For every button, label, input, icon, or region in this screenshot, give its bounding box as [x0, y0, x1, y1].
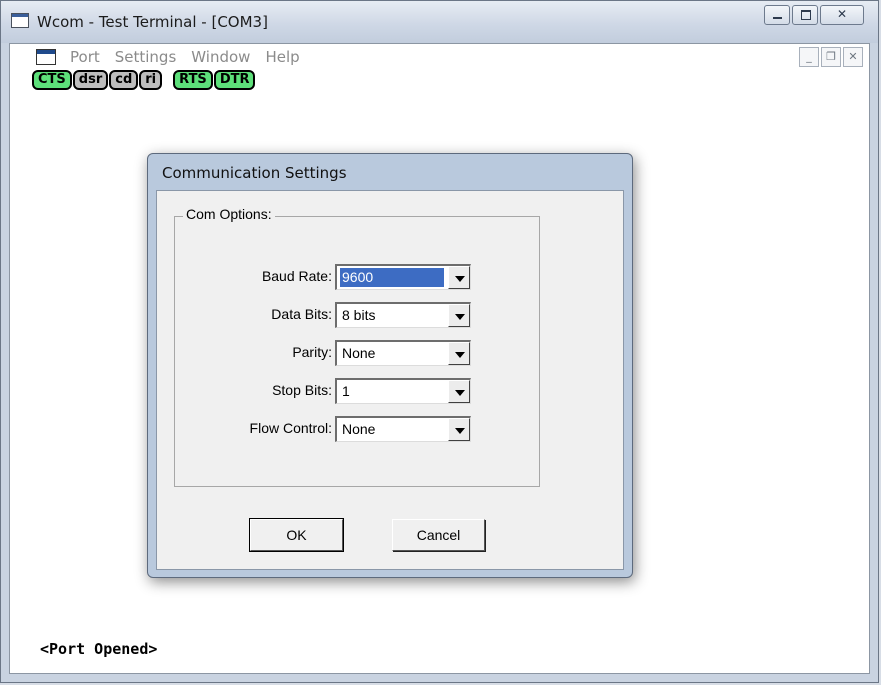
- baud-rate-row: Baud Rate: 9600: [175, 264, 541, 290]
- data-bits-label: Data Bits:: [271, 306, 332, 322]
- signal-rts-badge[interactable]: RTS: [173, 70, 213, 90]
- signal-dsr-badge: dsr: [72, 70, 109, 90]
- child-window-icon[interactable]: [36, 49, 56, 65]
- signal-ri-badge: ri: [139, 70, 163, 90]
- chevron-down-icon[interactable]: [448, 266, 470, 289]
- communication-settings-dialog: Communication Settings Com Options: Baud…: [147, 153, 633, 578]
- caption-buttons: [762, 5, 864, 27]
- close-icon[interactable]: [820, 5, 864, 25]
- data-bits-select[interactable]: 8 bits: [335, 302, 471, 328]
- chevron-down-icon[interactable]: [448, 418, 470, 441]
- parity-label: Parity:: [292, 344, 332, 360]
- flow-control-row: Flow Control: None: [175, 416, 541, 442]
- cancel-button[interactable]: Cancel: [392, 519, 485, 551]
- dialog-title: Communication Settings: [162, 164, 347, 182]
- chevron-down-icon[interactable]: [448, 342, 470, 365]
- menu-items: Port Settings Window Help: [70, 48, 315, 66]
- data-bits-row: Data Bits: 8 bits: [175, 302, 541, 328]
- menu-bar: Port Settings Window Help _ ❐ ✕: [10, 44, 869, 70]
- stop-bits-label: Stop Bits:: [272, 382, 332, 398]
- parity-value: None: [342, 345, 376, 361]
- signal-dtr-badge[interactable]: DTR: [213, 70, 256, 90]
- chevron-down-icon[interactable]: [448, 380, 470, 403]
- stop-bits-select[interactable]: 1: [335, 378, 471, 404]
- menu-settings[interactable]: Settings: [115, 48, 177, 66]
- parity-select[interactable]: None: [335, 340, 471, 366]
- group-label: Com Options:: [183, 206, 275, 222]
- baud-rate-select[interactable]: 9600: [335, 264, 471, 290]
- menu-port[interactable]: Port: [70, 48, 100, 66]
- minimize-icon[interactable]: [764, 5, 790, 25]
- child-close-icon[interactable]: ✕: [843, 47, 863, 67]
- chevron-down-icon[interactable]: [448, 304, 470, 327]
- parity-row: Parity: None: [175, 340, 541, 366]
- flow-control-select[interactable]: None: [335, 416, 471, 442]
- window-title: Wcom - Test Terminal - [COM3]: [37, 13, 268, 31]
- child-caption-buttons: _ ❐ ✕: [797, 47, 863, 67]
- ok-button[interactable]: OK: [249, 518, 344, 552]
- signal-indicators: CTS dsr cd ri RTS DTR: [32, 70, 256, 90]
- com-options-group: Com Options: Baud Rate: 9600 Data Bits: …: [174, 206, 541, 487]
- stop-bits-row: Stop Bits: 1: [175, 378, 541, 404]
- child-restore-icon[interactable]: ❐: [821, 47, 841, 67]
- signal-cts-badge: CTS: [32, 70, 72, 90]
- port-status-text: <Port Opened>: [40, 640, 158, 658]
- title-bar[interactable]: Wcom - Test Terminal - [COM3]: [1, 1, 878, 43]
- signal-cd-badge: cd: [109, 70, 139, 90]
- baud-rate-label: Baud Rate:: [261, 268, 332, 284]
- baud-rate-value: 9600: [340, 268, 444, 287]
- menu-help[interactable]: Help: [265, 48, 299, 66]
- flow-control-label: Flow Control:: [249, 420, 332, 436]
- data-bits-value: 8 bits: [342, 307, 376, 323]
- menu-window[interactable]: Window: [191, 48, 250, 66]
- child-minimize-icon[interactable]: _: [799, 47, 819, 67]
- stop-bits-value: 1: [342, 383, 350, 399]
- dialog-body: Com Options: Baud Rate: 9600 Data Bits: …: [156, 190, 624, 570]
- flow-control-value: None: [342, 421, 376, 437]
- app-window-icon[interactable]: [11, 13, 29, 28]
- maximize-icon[interactable]: [792, 5, 818, 25]
